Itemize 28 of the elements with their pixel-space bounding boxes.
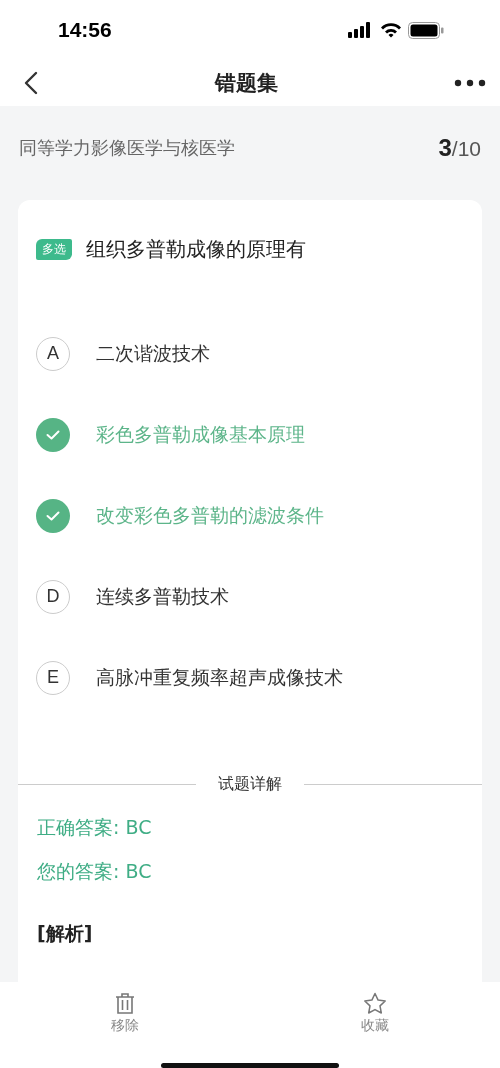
answer-option[interactable]: E 高脉冲重复频率超声成像技术 xyxy=(18,637,482,718)
answer-option[interactable]: 彩色多普勒成像基本原理 xyxy=(18,394,482,475)
page-title: 错题集 xyxy=(214,70,278,97)
question-type-badge: 多选 xyxy=(36,239,72,260)
question-counter: 3/10 xyxy=(438,134,481,162)
option-text: 改变彩色多普勒的滤波条件 xyxy=(96,502,324,528)
remove-button[interactable]: 移除 xyxy=(111,1017,139,1035)
battery-icon xyxy=(408,21,444,39)
back-button[interactable] xyxy=(24,71,38,95)
option-text: 连续多普勒技术 xyxy=(96,583,229,609)
option-text: 高脉冲重复频率超声成像技术 xyxy=(96,664,343,690)
subject-name: 同等学力影像医学与核医学 xyxy=(19,136,235,160)
star-icon xyxy=(363,992,387,1015)
trash-icon xyxy=(114,992,136,1015)
section-heading: 试题详解 xyxy=(218,774,282,795)
option-text: 彩色多普勒成像基本原理 xyxy=(96,421,305,447)
your-answer: 您的答案: BC xyxy=(36,859,153,883)
favorite-button[interactable]: 收藏 xyxy=(361,1017,389,1035)
answer-option[interactable]: A 二次谐波技术 xyxy=(18,313,482,394)
question-text: 组织多普勒成像的原理有 xyxy=(86,236,306,263)
correct-answer: 正确答案: BC xyxy=(36,815,153,839)
answer-option[interactable]: D 连续多普勒技术 xyxy=(18,556,482,637)
option-text: 二次谐波技术 xyxy=(96,340,210,366)
answer-option[interactable]: 改变彩色多普勒的滤波条件 xyxy=(18,475,482,556)
more-button[interactable] xyxy=(454,79,486,87)
wifi-icon xyxy=(380,22,402,38)
analysis-heading: [解析] xyxy=(36,921,94,946)
status-time: 14:56 xyxy=(58,18,112,42)
